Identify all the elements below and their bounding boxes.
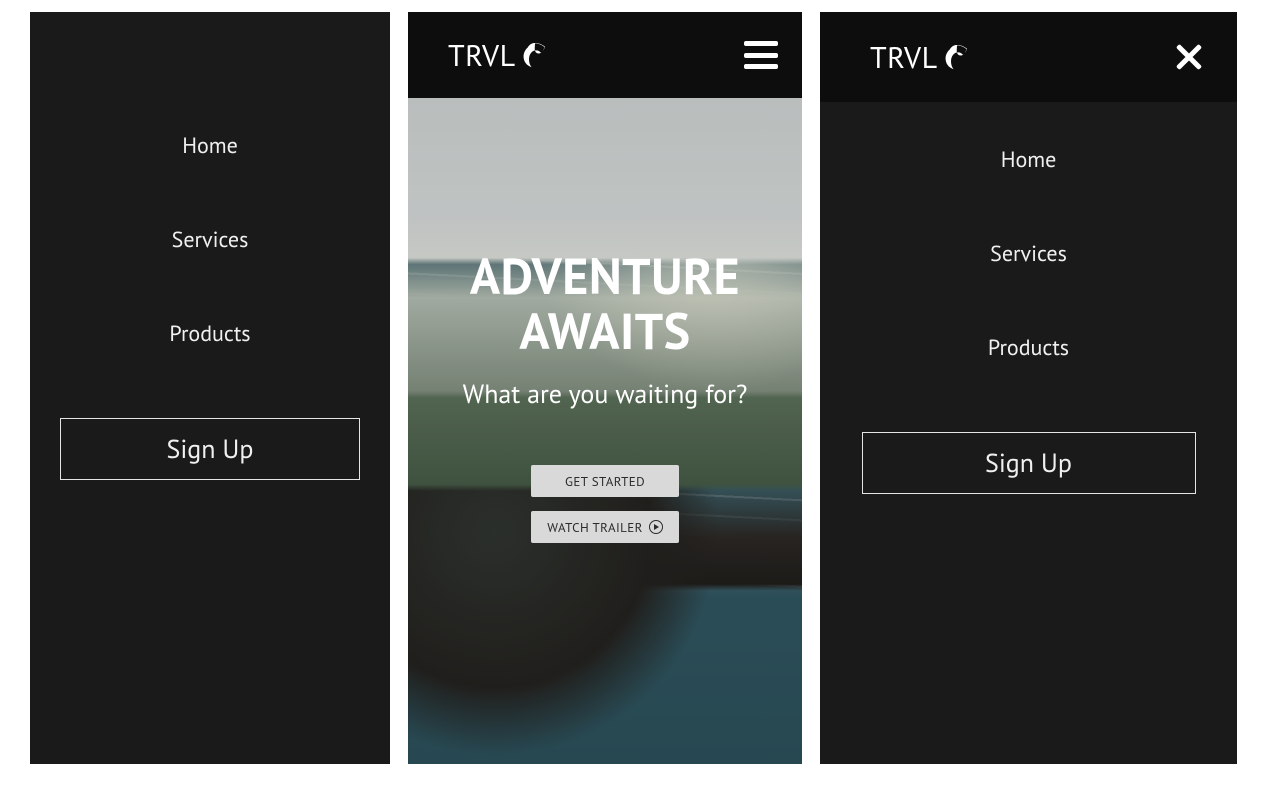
watch-trailer-button[interactable]: WATCH TRAILER [531,511,679,543]
hero: ADVENTURE AWAITS What are you waiting fo… [408,98,802,764]
get-started-label: GET STARTED [565,473,645,490]
logo-icon [944,44,970,70]
brand[interactable]: TRVL [448,36,548,75]
nav-home[interactable]: Home [1001,146,1057,174]
signup-button[interactable]: Sign Up [60,418,360,480]
nav-services[interactable]: Services [990,240,1067,268]
nav-products[interactable]: Products [988,334,1069,362]
brand-name: TRVL [448,36,516,75]
close-icon[interactable] [1173,41,1205,73]
play-icon [649,520,663,534]
mobile-landing-panel: TRVL ADVENTURE AWAITS What are you waiti… [408,12,802,764]
brand[interactable]: TRVL [870,38,970,77]
nav-products[interactable]: Products [169,320,250,348]
watch-trailer-label: WATCH TRAILER [547,519,643,536]
hero-subtitle: What are you waiting for? [463,378,748,411]
logo-icon [522,42,548,68]
nav-services[interactable]: Services [172,226,249,254]
hero-title: ADVENTURE AWAITS [440,248,770,358]
mobile-menu-panel-open: TRVL Home Services Products Sign Up [820,12,1237,764]
header: TRVL [820,12,1237,102]
nav-home[interactable]: Home [182,132,238,160]
menu-icon[interactable] [744,41,778,69]
hero-cta-group: GET STARTED WATCH TRAILER [531,465,679,543]
mobile-menu: Home Services Products Sign Up [820,102,1237,764]
mobile-menu-panel-headless: Home Services Products Sign Up [30,12,390,764]
get-started-button[interactable]: GET STARTED [531,465,679,497]
signup-button[interactable]: Sign Up [862,432,1196,494]
header: TRVL [408,12,802,98]
brand-name: TRVL [870,38,938,77]
